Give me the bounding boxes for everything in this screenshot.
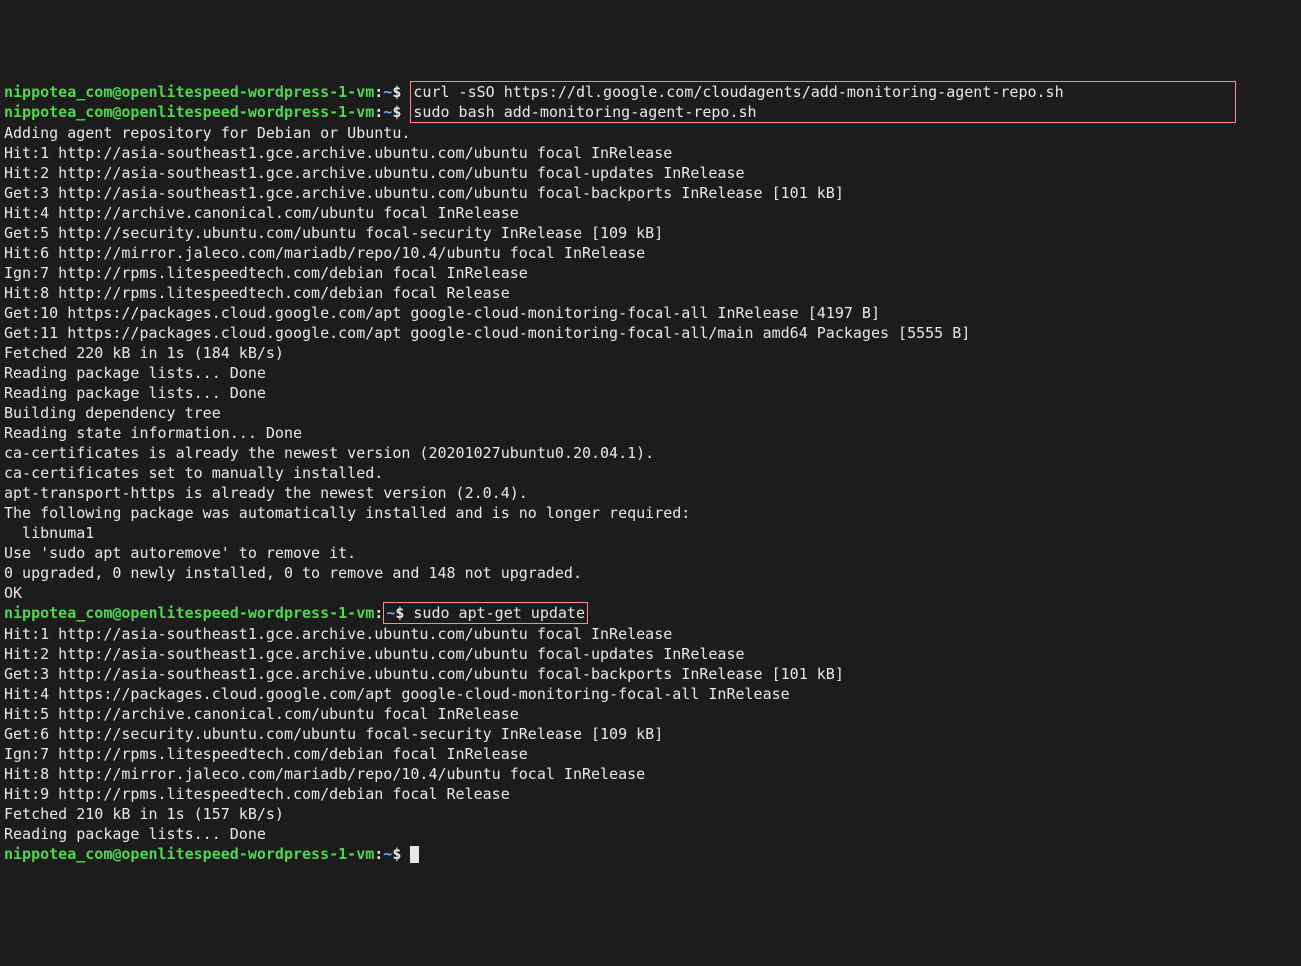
terminal-line: nippotea_com@openlitespeed-wordpress-1-v… [4, 603, 1297, 624]
cursor[interactable] [410, 846, 419, 863]
terminal-line: Ign:7 http://rpms.litespeedtech.com/debi… [4, 263, 1297, 283]
terminal-line: Hit:4 http://archive.canonical.com/ubunt… [4, 203, 1297, 223]
prompt-user-host: nippotea_com@openlitespeed-wordpress-1-v… [4, 83, 374, 101]
terminal-line: Use 'sudo apt autoremove' to remove it. [4, 543, 1297, 563]
command-bash: sudo bash add-monitoring-agent-repo.sh [413, 103, 756, 121]
terminal-line: Fetched 210 kB in 1s (157 kB/s) [4, 804, 1297, 824]
highlight-box-bottom: sudo bash add-monitoring-agent-repo.sh [410, 102, 1236, 123]
output-line: Hit:5 http://archive.canonical.com/ubunt… [4, 705, 519, 723]
terminal-output[interactable]: nippotea_com@openlitespeed-wordpress-1-v… [4, 82, 1297, 864]
prompt-user-host: nippotea_com@openlitespeed-wordpress-1-v… [4, 604, 374, 622]
terminal-line: nippotea_com@openlitespeed-wordpress-1-v… [4, 102, 1297, 123]
terminal-line: Building dependency tree [4, 403, 1297, 423]
output-line: Hit:4 http://archive.canonical.com/ubunt… [4, 204, 519, 222]
terminal-line: 0 upgraded, 0 newly installed, 0 to remo… [4, 563, 1297, 583]
output-line: OK [4, 584, 22, 602]
prompt-dollar: $ [392, 83, 410, 101]
terminal-line: Hit:5 http://archive.canonical.com/ubunt… [4, 704, 1297, 724]
prompt-dollar: $ [392, 103, 410, 121]
output-line: 0 upgraded, 0 newly installed, 0 to remo… [4, 564, 582, 582]
output-line: Hit:8 http://mirror.jaleco.com/mariadb/r… [4, 765, 645, 783]
terminal-line: Hit:1 http://asia-southeast1.gce.archive… [4, 624, 1297, 644]
terminal-line: Get:3 http://asia-southeast1.gce.archive… [4, 664, 1297, 684]
prompt-user-host: nippotea_com@openlitespeed-wordpress-1-v… [4, 845, 374, 863]
output-line: Reading state information... Done [4, 424, 302, 442]
output-line: Ign:7 http://rpms.litespeedtech.com/debi… [4, 264, 528, 282]
terminal-line: ca-certificates is already the newest ve… [4, 443, 1297, 463]
output-line: Get:6 http://security.ubuntu.com/ubuntu … [4, 725, 663, 743]
output-line: Hit:6 http://mirror.jaleco.com/mariadb/r… [4, 244, 645, 262]
command-apt-update: sudo apt-get update [413, 604, 585, 622]
terminal-line: Reading state information... Done [4, 423, 1297, 443]
terminal-line: Hit:4 https://packages.cloud.google.com/… [4, 684, 1297, 704]
output-line: ca-certificates is already the newest ve… [4, 444, 654, 462]
terminal-line: Get:3 http://asia-southeast1.gce.archive… [4, 183, 1297, 203]
prompt-path: ~ [383, 845, 392, 863]
terminal-line: Hit:2 http://asia-southeast1.gce.archive… [4, 163, 1297, 183]
output-line: Reading package lists... Done [4, 384, 266, 402]
command-curl: curl -sSO https://dl.google.com/cloudage… [413, 83, 1063, 101]
prompt-path: ~ [383, 83, 392, 101]
output-line: Get:3 http://asia-southeast1.gce.archive… [4, 184, 844, 202]
terminal-line: Reading package lists... Done [4, 824, 1297, 844]
terminal-line: Hit:1 http://asia-southeast1.gce.archive… [4, 143, 1297, 163]
terminal-line: Get:5 http://security.ubuntu.com/ubuntu … [4, 223, 1297, 243]
terminal-line: apt-transport-https is already the newes… [4, 483, 1297, 503]
terminal-line: Reading package lists... Done [4, 383, 1297, 403]
output-line: libnuma1 [4, 524, 94, 542]
output-line: Adding agent repository for Debian or Ub… [4, 124, 410, 142]
output-line: Hit:2 http://asia-southeast1.gce.archive… [4, 164, 745, 182]
terminal-line: Get:6 http://security.ubuntu.com/ubuntu … [4, 724, 1297, 744]
output-line: ca-certificates set to manually installe… [4, 464, 383, 482]
output-line: Ign:7 http://rpms.litespeedtech.com/debi… [4, 745, 528, 763]
terminal-line: Ign:7 http://rpms.litespeedtech.com/debi… [4, 744, 1297, 764]
output-line: Get:5 http://security.ubuntu.com/ubuntu … [4, 224, 663, 242]
terminal-line: Get:11 https://packages.cloud.google.com… [4, 323, 1297, 343]
terminal-line: Hit:8 http://mirror.jaleco.com/mariadb/r… [4, 764, 1297, 784]
output-line: Hit:1 http://asia-southeast1.gce.archive… [4, 625, 672, 643]
terminal-line: ca-certificates set to manually installe… [4, 463, 1297, 483]
output-line: Hit:9 http://rpms.litespeedtech.com/debi… [4, 785, 510, 803]
terminal-line: nippotea_com@openlitespeed-wordpress-1-v… [4, 844, 1297, 864]
output-line: The following package was automatically … [4, 504, 690, 522]
prompt-user-host: nippotea_com@openlitespeed-wordpress-1-v… [4, 103, 374, 121]
terminal-line: Fetched 220 kB in 1s (184 kB/s) [4, 343, 1297, 363]
terminal-line: The following package was automatically … [4, 503, 1297, 523]
terminal-line: Hit:2 http://asia-southeast1.gce.archive… [4, 644, 1297, 664]
output-line: Fetched 220 kB in 1s (184 kB/s) [4, 344, 284, 362]
output-line: Hit:1 http://asia-southeast1.gce.archive… [4, 144, 672, 162]
output-line: Building dependency tree [4, 404, 221, 422]
prompt-sep: : [374, 83, 383, 101]
prompt-sep: : [374, 845, 383, 863]
output-line: Hit:4 https://packages.cloud.google.com/… [4, 685, 790, 703]
prompt-dollar: $ [392, 845, 410, 863]
output-line: Hit:8 http://rpms.litespeedtech.com/debi… [4, 284, 510, 302]
terminal-line: OK [4, 583, 1297, 603]
prompt-path: ~ [386, 604, 395, 622]
prompt-sep: : [374, 604, 383, 622]
terminal-line: Hit:9 http://rpms.litespeedtech.com/debi… [4, 784, 1297, 804]
output-line: Fetched 210 kB in 1s (157 kB/s) [4, 805, 284, 823]
terminal-line: Get:10 https://packages.cloud.google.com… [4, 303, 1297, 323]
terminal-line: libnuma1 [4, 523, 1297, 543]
output-line: Hit:2 http://asia-southeast1.gce.archive… [4, 645, 745, 663]
output-line: Get:11 https://packages.cloud.google.com… [4, 324, 970, 342]
terminal-line: Hit:6 http://mirror.jaleco.com/mariadb/r… [4, 243, 1297, 263]
output-line: Reading package lists... Done [4, 825, 266, 843]
output-line: Get:10 https://packages.cloud.google.com… [4, 304, 880, 322]
output-line: Reading package lists... Done [4, 364, 266, 382]
terminal-line: Adding agent repository for Debian or Ub… [4, 123, 1297, 143]
output-line: Use 'sudo apt autoremove' to remove it. [4, 544, 356, 562]
highlight-box-update: ~$ sudo apt-get update [383, 602, 588, 624]
output-line: apt-transport-https is already the newes… [4, 484, 528, 502]
terminal-line: nippotea_com@openlitespeed-wordpress-1-v… [4, 82, 1297, 102]
prompt-sep: : [374, 103, 383, 121]
output-line: Get:3 http://asia-southeast1.gce.archive… [4, 665, 844, 683]
terminal-line: Hit:8 http://rpms.litespeedtech.com/debi… [4, 283, 1297, 303]
prompt-dollar: $ [395, 604, 413, 622]
terminal-line: Reading package lists... Done [4, 363, 1297, 383]
highlight-box-top: curl -sSO https://dl.google.com/cloudage… [410, 81, 1236, 102]
prompt-path: ~ [383, 103, 392, 121]
